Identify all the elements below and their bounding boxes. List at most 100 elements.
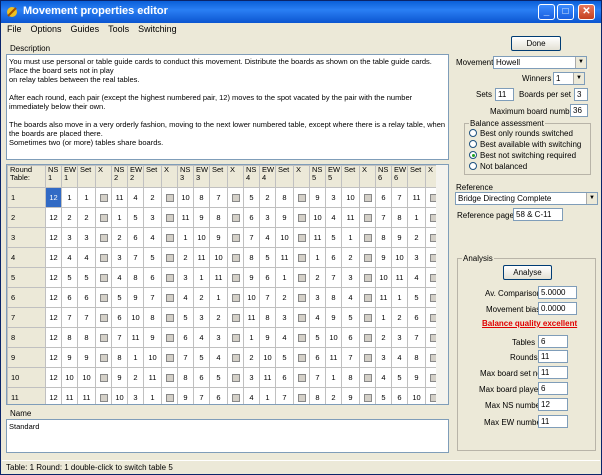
switch-checkbox[interactable] bbox=[165, 194, 174, 202]
switch-cell[interactable] bbox=[359, 187, 376, 208]
switch-checkbox[interactable] bbox=[297, 194, 306, 202]
switch-checkbox[interactable] bbox=[231, 374, 240, 382]
ew-cell[interactable]: 9 bbox=[391, 227, 408, 248]
ns-cell[interactable]: 8 bbox=[177, 367, 194, 388]
set-cell[interactable]: 5 bbox=[407, 287, 426, 308]
ns-cell[interactable]: 9 bbox=[177, 387, 194, 404]
switch-cell[interactable] bbox=[161, 227, 178, 248]
reference-page-field[interactable]: 58 & C-11 bbox=[513, 208, 563, 221]
set-cell[interactable]: 9 bbox=[143, 327, 162, 348]
ew-cell[interactable]: 1 bbox=[193, 267, 210, 288]
ns-cell[interactable]: 7 bbox=[243, 227, 260, 248]
ew-cell[interactable]: 1 bbox=[61, 187, 78, 208]
ew-cell[interactable]: 11 bbox=[325, 347, 342, 368]
switch-checkbox[interactable] bbox=[99, 394, 108, 402]
set-cell[interactable]: 10 bbox=[143, 347, 162, 368]
maximize-button[interactable]: □ bbox=[557, 4, 574, 20]
ew-cell[interactable]: 2 bbox=[259, 187, 276, 208]
ew-cell[interactable]: 5 bbox=[325, 227, 342, 248]
ns-cell[interactable]: 4 bbox=[309, 307, 326, 328]
set-cell[interactable]: 11 bbox=[77, 387, 96, 404]
ns-cell[interactable]: 8 bbox=[375, 227, 392, 248]
ew-cell[interactable]: 8 bbox=[259, 307, 276, 328]
switch-checkbox[interactable] bbox=[99, 194, 108, 202]
switch-cell[interactable] bbox=[359, 207, 376, 228]
switch-cell[interactable] bbox=[227, 187, 244, 208]
set-cell[interactable]: 7 bbox=[143, 287, 162, 308]
switch-cell[interactable] bbox=[359, 347, 376, 368]
switch-checkbox[interactable] bbox=[231, 254, 240, 262]
switch-checkbox[interactable] bbox=[165, 374, 174, 382]
switch-cell[interactable] bbox=[293, 387, 310, 404]
ns-cell[interactable]: 4 bbox=[177, 287, 194, 308]
set-cell[interactable]: 10 bbox=[407, 387, 426, 404]
ns-cell[interactable]: 3 bbox=[309, 287, 326, 308]
set-cell[interactable]: 5 bbox=[209, 367, 228, 388]
ew-cell[interactable]: 7 bbox=[193, 387, 210, 404]
switch-checkbox[interactable] bbox=[99, 254, 108, 262]
ew-cell[interactable]: 7 bbox=[127, 247, 144, 268]
ns-cell[interactable]: 9 bbox=[309, 187, 326, 208]
ns-cell[interactable]: 1 bbox=[375, 307, 392, 328]
set-cell[interactable]: 6 bbox=[209, 387, 228, 404]
winners-select[interactable]: 1 ▼ bbox=[553, 72, 585, 85]
ns-cell[interactable]: 2 bbox=[375, 327, 392, 348]
ns-cell[interactable]: 3 bbox=[111, 247, 128, 268]
ns-cell[interactable]: 1 bbox=[309, 247, 326, 268]
set-cell[interactable]: 6 bbox=[407, 307, 426, 328]
switch-cell[interactable] bbox=[161, 207, 178, 228]
switch-cell[interactable] bbox=[227, 367, 244, 388]
set-cell[interactable]: 3 bbox=[209, 327, 228, 348]
switch-cell[interactable] bbox=[359, 327, 376, 348]
ns-cell[interactable]: 1 bbox=[243, 327, 260, 348]
switch-cell[interactable] bbox=[359, 247, 376, 268]
ew-cell[interactable]: 10 bbox=[127, 307, 144, 328]
set-cell[interactable]: 3 bbox=[407, 247, 426, 268]
menu-file[interactable]: File bbox=[2, 23, 26, 34]
switch-checkbox[interactable] bbox=[165, 354, 174, 362]
set-cell[interactable]: 2 bbox=[209, 307, 228, 328]
ns-cell[interactable]: 7 bbox=[375, 207, 392, 228]
ns-cell[interactable]: 12 bbox=[45, 247, 62, 268]
ew-cell[interactable]: 3 bbox=[193, 307, 210, 328]
switch-checkbox[interactable] bbox=[99, 294, 108, 302]
ns-cell[interactable]: 12 bbox=[45, 307, 62, 328]
set-cell[interactable]: 4 bbox=[209, 347, 228, 368]
ew-cell[interactable]: 5 bbox=[193, 347, 210, 368]
ns-cell[interactable]: 8 bbox=[243, 247, 260, 268]
set-cell[interactable]: 5 bbox=[77, 267, 96, 288]
ew-cell[interactable]: 7 bbox=[325, 267, 342, 288]
ew-cell[interactable]: 6 bbox=[61, 287, 78, 308]
ew-cell[interactable]: 6 bbox=[391, 387, 408, 404]
switch-checkbox[interactable] bbox=[297, 234, 306, 242]
set-cell[interactable]: 7 bbox=[209, 187, 228, 208]
ew-cell[interactable]: 1 bbox=[259, 387, 276, 404]
switch-cell[interactable] bbox=[293, 367, 310, 388]
switch-checkbox[interactable] bbox=[165, 314, 174, 322]
set-cell[interactable]: 4 bbox=[341, 287, 360, 308]
switch-cell[interactable] bbox=[359, 267, 376, 288]
ew-cell[interactable]: 11 bbox=[127, 327, 144, 348]
switch-checkbox[interactable] bbox=[165, 274, 174, 282]
set-cell[interactable]: 2 bbox=[407, 227, 426, 248]
ew-cell[interactable]: 5 bbox=[127, 207, 144, 228]
radio-not-balanced[interactable]: Not balanced bbox=[469, 162, 527, 171]
switch-checkbox[interactable] bbox=[231, 274, 240, 282]
ns-cell[interactable]: 11 bbox=[177, 207, 194, 228]
set-cell[interactable]: 1 bbox=[209, 287, 228, 308]
ns-cell[interactable]: 3 bbox=[375, 347, 392, 368]
switch-cell[interactable] bbox=[161, 387, 178, 404]
switch-checkbox[interactable] bbox=[165, 254, 174, 262]
switch-checkbox[interactable] bbox=[231, 194, 240, 202]
set-cell[interactable]: 4 bbox=[77, 247, 96, 268]
switch-cell[interactable] bbox=[95, 227, 112, 248]
ew-cell[interactable]: 4 bbox=[325, 207, 342, 228]
done-button[interactable]: Done bbox=[511, 36, 561, 51]
ew-cell[interactable]: 9 bbox=[127, 287, 144, 308]
switch-cell[interactable] bbox=[95, 387, 112, 404]
max-board-set-field[interactable]: 11 bbox=[538, 366, 568, 379]
set-cell[interactable]: 8 bbox=[407, 347, 426, 368]
ew-cell[interactable]: 3 bbox=[391, 327, 408, 348]
switch-cell[interactable] bbox=[161, 267, 178, 288]
switch-cell[interactable] bbox=[95, 327, 112, 348]
